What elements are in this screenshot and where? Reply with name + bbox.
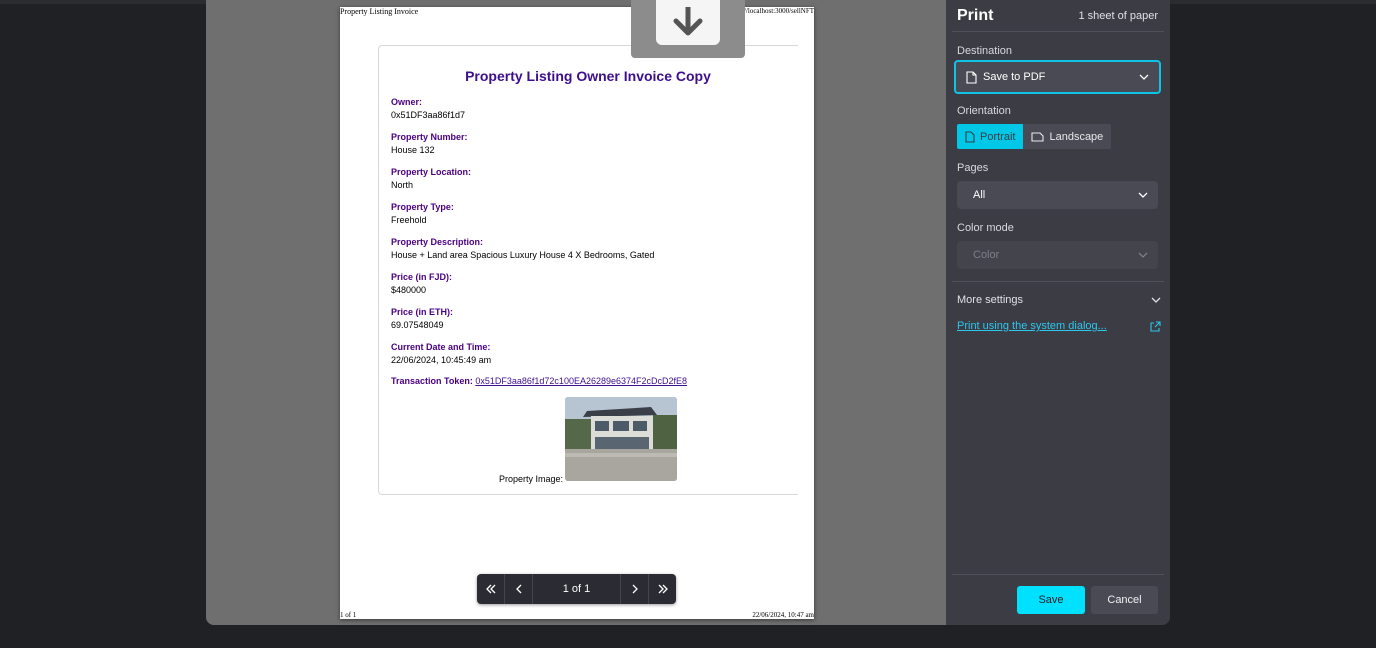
field-value: North (391, 180, 414, 190)
save-button[interactable]: Save (1017, 586, 1085, 614)
field-property-number: Property Number: House 132 (391, 131, 791, 166)
divider (952, 574, 1164, 575)
color-mode-label: Color mode (957, 222, 1014, 234)
divider (952, 31, 1164, 32)
system-dialog-text: Print using the system dialog... (957, 320, 1107, 332)
token-label: Transaction Token: (391, 376, 473, 386)
field-label: Owner: (391, 97, 423, 107)
property-image (565, 397, 677, 481)
field-price-fjd: Price (in FJD): $480000 (391, 271, 791, 306)
print-settings-panel: Print 1 sheet of paper Destination Save … (946, 0, 1170, 625)
field-value: 22/06/2024, 10:45:49 am (391, 355, 492, 365)
field-label: Current Date and Time: (391, 342, 491, 352)
invoice-fields: Owner: 0x51DF3aa86f1d7 Property Number: … (391, 96, 791, 376)
field-datetime: Current Date and Time: 22/06/2024, 10:45… (391, 341, 791, 376)
field-value: $480000 (391, 285, 427, 295)
landscape-label: Landscape (1049, 130, 1104, 143)
external-link-icon (1150, 320, 1161, 332)
field-value: Freehold (391, 215, 427, 225)
field-label: Price (in ETH): (391, 307, 454, 317)
token-link[interactable]: 0x51DF3aa86f1d72c100EA26289e6374F2cDcD2f… (475, 376, 687, 386)
field-property-type: Property Type: Freehold (391, 201, 791, 236)
previous-page-button[interactable] (505, 574, 533, 604)
transaction-token-row: Transaction Token: 0x51DF3aa86f1d72c100E… (391, 375, 687, 387)
field-label: Price (in FJD): (391, 272, 453, 282)
property-image-label: Property Image: (499, 474, 564, 484)
sheet-count: 1 sheet of paper (1078, 10, 1158, 22)
first-page-button[interactable] (477, 574, 505, 604)
chevron-left-icon (515, 584, 521, 594)
cancel-button[interactable]: Cancel (1091, 586, 1158, 614)
field-value: 69.07548049 (391, 320, 444, 330)
invoice-card: Property Listing Owner Invoice Copy Owne… (378, 45, 798, 495)
document-icon (966, 70, 977, 84)
destination-label: Destination (957, 45, 1013, 57)
divider (952, 281, 1164, 282)
landscape-page-icon (1031, 131, 1045, 142)
field-value: House 132 (391, 145, 435, 155)
field-price-eth: Price (in ETH): 69.07548049 (391, 306, 791, 341)
pages-label: Pages (957, 162, 989, 174)
arrow-down-icon (673, 6, 703, 35)
download-button[interactable] (656, 0, 720, 45)
color-mode-select: Color (957, 241, 1158, 269)
next-page-button[interactable] (620, 574, 648, 604)
page-footer-date: 22/06/2024, 10:47 am (752, 611, 814, 619)
page-count: 1 of 1 (562, 583, 591, 595)
orientation-label: Orientation (957, 105, 1011, 117)
pages-select[interactable]: All (957, 181, 1158, 209)
destination-select[interactable]: Save to PDF (954, 60, 1161, 94)
invoice-title: Property Listing Owner Invoice Copy (465, 68, 711, 84)
chevron-down-icon (1151, 297, 1161, 303)
print-dialog: Property Listing Invoice http://localhos… (206, 0, 1170, 625)
destination-value: Save to PDF (983, 71, 1046, 83)
page-header-title: Property Listing Invoice (340, 7, 419, 16)
download-overlay (631, 0, 745, 58)
field-label: Property Number: (391, 132, 468, 142)
field-label: Property Type: (391, 202, 454, 212)
field-value: House + Land area Spacious Luxury House … (391, 250, 655, 260)
portrait-page-icon (965, 130, 975, 143)
print-preview-area: Property Listing Invoice http://localhos… (206, 0, 946, 625)
print-title: Print (957, 7, 994, 24)
page-navigator: 1 of 1 (477, 574, 676, 604)
more-settings-toggle[interactable]: More settings (957, 294, 1161, 306)
pages-value: All (973, 189, 986, 201)
portrait-button[interactable]: Portrait (957, 124, 1024, 149)
orientation-toggle: Portrait Landscape (957, 124, 1112, 149)
system-dialog-link[interactable]: Print using the system dialog... (957, 320, 1161, 332)
preview-page: Property Listing Invoice http://localhos… (340, 7, 814, 619)
color-mode-value: Color (973, 249, 1000, 261)
chevron-down-icon (1138, 252, 1148, 258)
page-footer-count: 1 of 1 (340, 611, 357, 619)
field-property-location: Property Location: North (391, 166, 791, 201)
last-page-button[interactable] (648, 574, 676, 604)
field-property-description: Property Description: House + Land area … (391, 236, 791, 271)
portrait-label: Portrait (980, 130, 1016, 143)
chevron-down-icon (1139, 74, 1149, 80)
double-chevron-left-icon (485, 584, 495, 594)
landscape-button[interactable]: Landscape (1023, 124, 1112, 149)
field-value: 0x51DF3aa86f1d7 (391, 110, 466, 120)
chevron-right-icon (632, 584, 638, 594)
field-label: Property Location: (391, 167, 472, 177)
double-chevron-right-icon (658, 584, 668, 594)
field-owner: Owner: 0x51DF3aa86f1d7 (391, 96, 791, 131)
field-label: Property Description: (391, 237, 484, 247)
chevron-down-icon (1138, 192, 1148, 198)
more-settings-label: More settings (957, 294, 1024, 306)
